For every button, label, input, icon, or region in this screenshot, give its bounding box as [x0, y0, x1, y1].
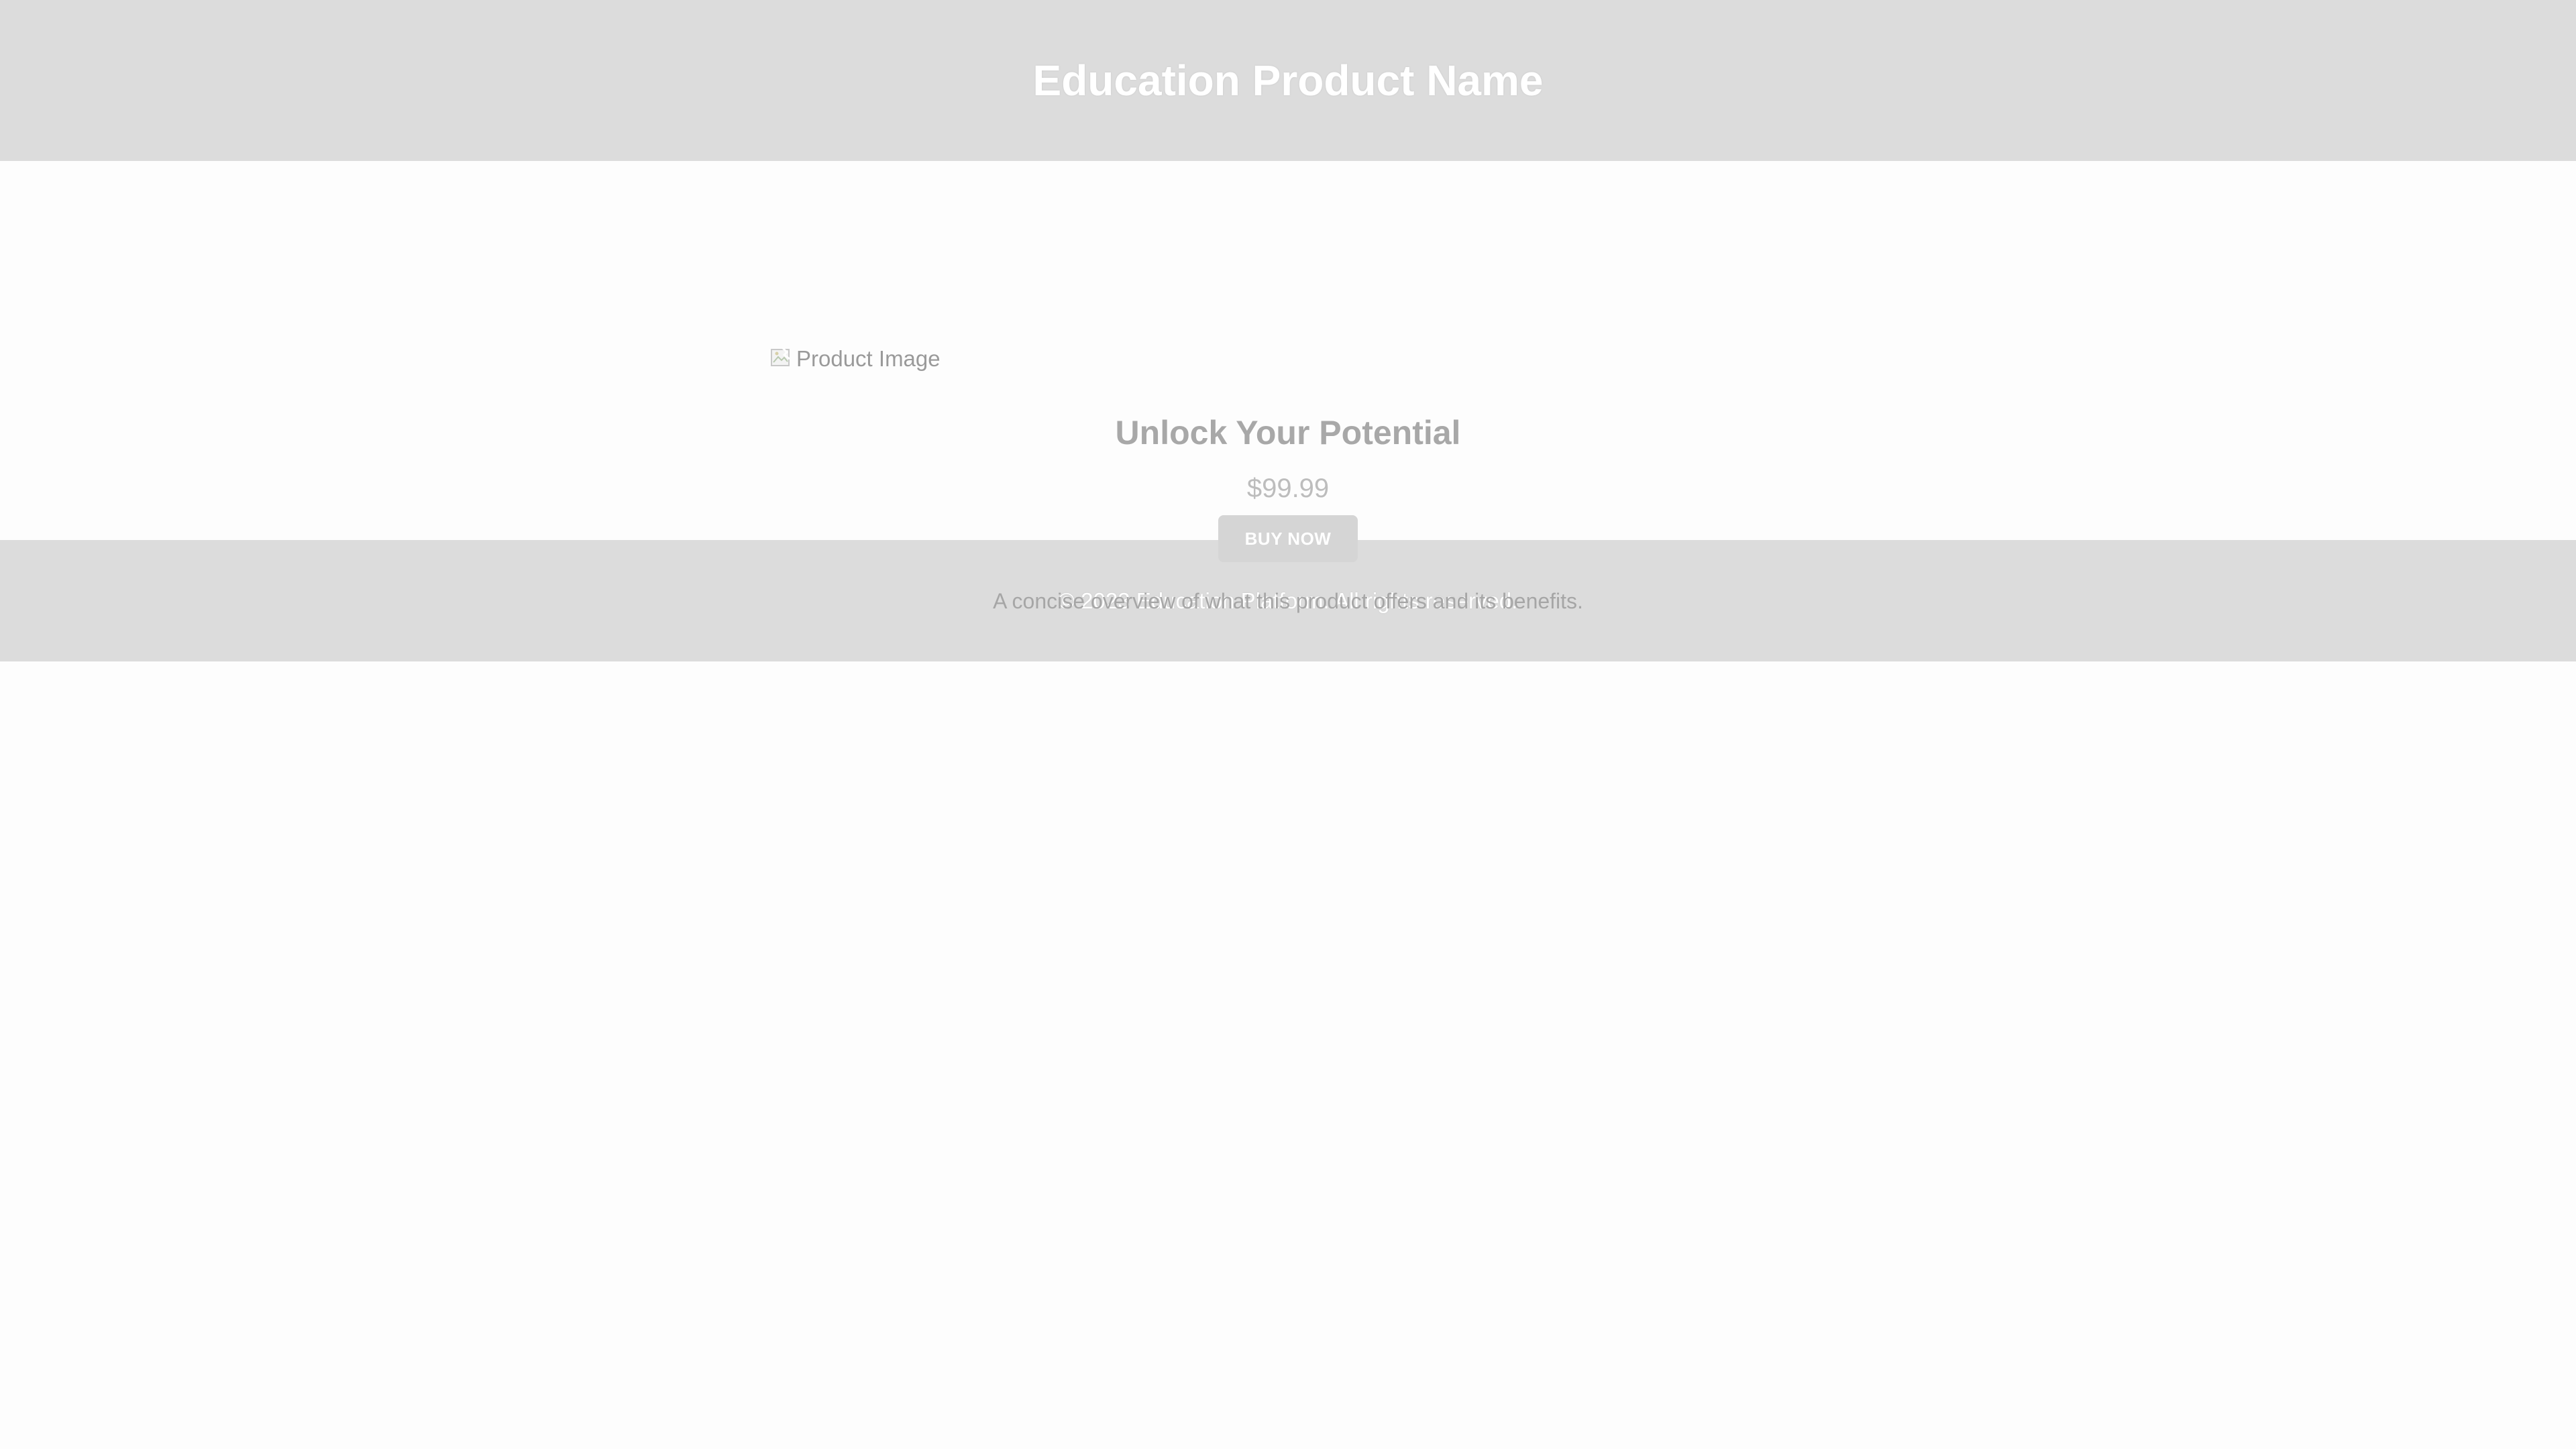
buy-button-wrapper: BUY NOW [0, 515, 2576, 562]
product-details: Unlock Your Potential $99.99 BUY NOW A c… [0, 409, 2576, 637]
page-title: Education Product Name [1032, 56, 1544, 105]
buy-now-button[interactable]: BUY NOW [1218, 515, 1358, 562]
product-tagline: Unlock Your Potential [1115, 414, 1461, 451]
product-image: Product Image [769, 346, 941, 372]
product-price: $99.99 [1246, 474, 1330, 503]
product-description: A concise overview of what this product … [993, 589, 1583, 613]
broken-image-icon [769, 346, 795, 372]
product-image-alt-text: Product Image [796, 346, 941, 371]
page-header: Education Product Name [0, 0, 2576, 161]
product-section: Product Image Unlock Your Potential $99.… [0, 161, 2576, 613]
